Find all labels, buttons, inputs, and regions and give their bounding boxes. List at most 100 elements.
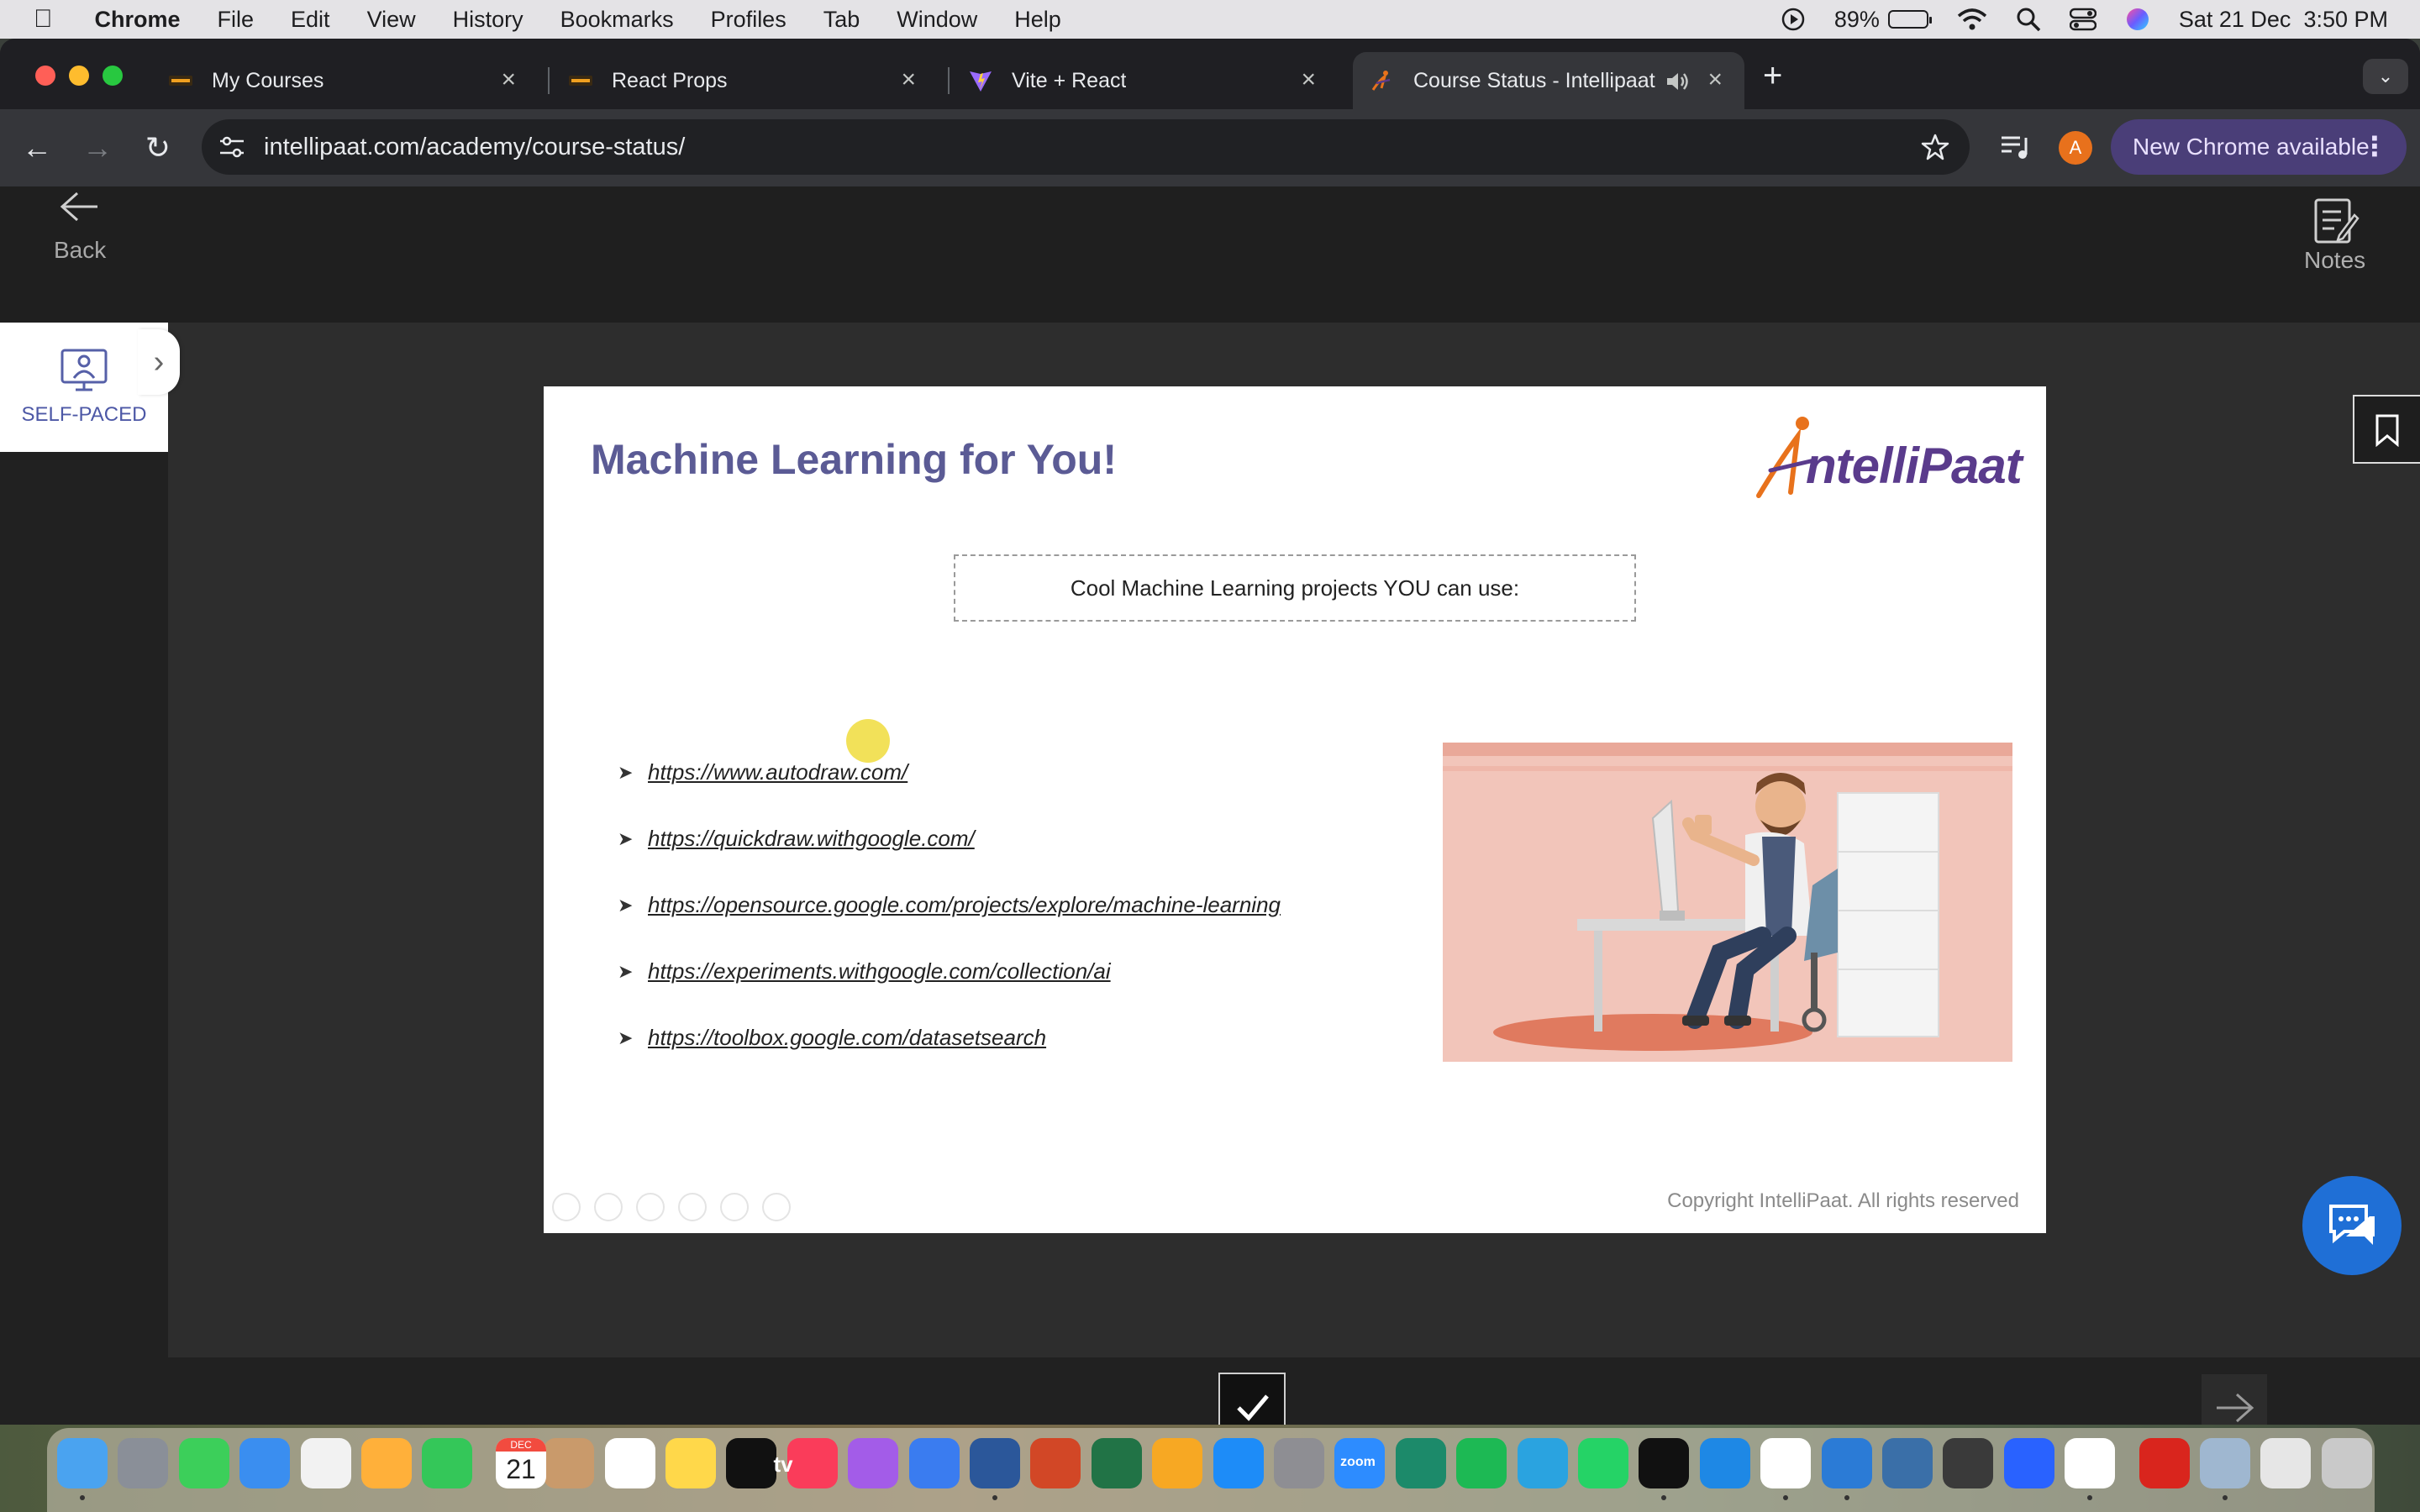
tab-close-icon[interactable]: × [1707,67,1723,92]
next-lesson-button[interactable] [2202,1374,2267,1425]
tab-separator [948,67,950,94]
bookmark-button[interactable] [2353,395,2420,464]
tab-react-props[interactable]: React Props × [551,52,938,109]
wifi-icon[interactable] [1957,8,1987,31]
dock-acrobat-icon[interactable] [2139,1438,2190,1488]
dock-docker-icon[interactable] [1943,1438,1994,1488]
dock-slack-icon[interactable] [2065,1438,2116,1488]
notes-label[interactable]: Notes [2304,247,2365,274]
site-settings-icon[interactable] [218,135,245,159]
menu-help[interactable]: Help [1014,7,1061,33]
dock-keynote-icon[interactable] [908,1438,960,1488]
dock-podcasts-icon[interactable] [848,1438,899,1488]
menu-profiles[interactable]: Profiles [711,7,786,33]
menu-edit[interactable]: Edit [291,7,330,33]
chat-support-button[interactable] [2302,1176,2402,1275]
forward-arrow-icon[interactable]: → [77,128,118,168]
menu-file[interactable]: File [218,7,255,33]
mark-complete-button[interactable] [1218,1373,1286,1425]
dock-maps-icon[interactable] [300,1438,351,1488]
dock-safari-icon[interactable] [1699,1438,1750,1488]
reload-icon[interactable]: ↻ [138,128,178,168]
dock-word-icon[interactable] [970,1438,1020,1488]
dock-telegram-icon[interactable] [1517,1438,1568,1488]
dock-excel-icon[interactable] [1091,1438,1142,1488]
tab-close-icon[interactable]: × [901,67,916,92]
dock-terminal-icon[interactable] [1639,1438,1690,1488]
zoom-window-button[interactable] [103,66,123,86]
tab-close-icon[interactable]: × [1301,67,1316,92]
zoom-icon[interactable] [720,1193,749,1221]
notes-icon[interactable] [2312,197,2360,245]
dock-vs-code-icon[interactable] [1821,1438,1872,1488]
dock-photos-icon[interactable] [361,1438,412,1488]
profile-avatar[interactable]: A [2059,131,2092,165]
new-tab-button[interactable]: + [1763,59,1782,92]
tab-my-courses[interactable]: My Courses × [151,52,538,109]
sidebar-expand-chevron-icon[interactable]: › [138,329,180,395]
dock-spotify-icon[interactable] [1456,1438,1507,1488]
dock-whatsapp-icon[interactable] [1578,1438,1628,1488]
dock-pages-icon[interactable] [1152,1438,1203,1488]
media-controls-icon[interactable] [2000,133,2030,161]
battery-status[interactable]: 89% [1834,7,1932,33]
pen-icon[interactable] [636,1193,665,1221]
back-button[interactable] [59,190,109,228]
dock-documents-icon[interactable] [2260,1438,2312,1488]
dock-app-store-icon[interactable] [1213,1438,1264,1488]
back-label[interactable]: Back [54,237,106,264]
siri-icon[interactable] [2125,7,2150,32]
tab-vite-react[interactable]: Vite + React × [951,52,1338,109]
menu-window[interactable]: Window [897,7,977,33]
dock-system-settings-icon[interactable] [1274,1438,1324,1488]
close-window-button[interactable] [35,66,55,86]
tab-close-icon[interactable]: × [501,67,516,92]
dock-powerpoint-icon[interactable] [1030,1438,1081,1488]
dock-messages-icon[interactable] [178,1438,229,1488]
dock-preview-icon[interactable] [2200,1438,2250,1488]
dock-launchpad-icon[interactable] [118,1438,169,1488]
menu-bookmarks[interactable]: Bookmarks [560,7,674,33]
tab-audio-icon[interactable] [1665,71,1689,92]
dock-finder-icon[interactable] [57,1438,108,1488]
back-arrow-icon[interactable]: ← [17,128,57,168]
link-opensource-ml[interactable]: https://opensource.google.com/projects/e… [648,892,1281,918]
dock-contacts-icon[interactable] [544,1438,595,1488]
menu-history[interactable]: History [453,7,523,33]
dock-hashnode-icon[interactable] [2003,1438,2054,1488]
control-center-icon[interactable] [2069,8,2096,31]
more-icon[interactable] [762,1193,791,1221]
dock-facetime-icon[interactable] [422,1438,473,1488]
spotlight-search-icon[interactable] [2016,7,2041,32]
dock-chrome-icon[interactable] [1760,1438,1812,1488]
apple-icon[interactable]:  [34,5,53,34]
address-bar[interactable]: intellipaat.com/academy/course-status/ [202,119,1970,175]
dock-notes-icon[interactable] [666,1438,716,1488]
new-chrome-available-button[interactable]: New Chrome available ⋮ [2111,119,2407,175]
prev-slide-icon[interactable] [552,1193,581,1221]
dock-surfshark-icon[interactable] [1395,1438,1446,1488]
now-playing-icon[interactable] [1781,7,1806,32]
link-experiments-ai[interactable]: https://experiments.withgoogle.com/colle… [648,958,1111,984]
course-page: Back Notes SELF-PACED › Machine Learning… [0,186,2420,1425]
tab-search-dropdown-icon[interactable]: ⌄ [2363,59,2408,94]
more-menu-icon[interactable]: ⋮ [2361,129,2388,163]
link-autodraw[interactable]: https://www.autodraw.com/ [648,759,908,785]
dock-reminders-icon[interactable] [604,1438,655,1488]
view-icon[interactable] [678,1193,707,1221]
link-dataset-search[interactable]: https://toolbox.google.com/datasetsearch [648,1025,1046,1051]
dock-calendar[interactable]: DEC 21 [496,1438,546,1488]
menu-view[interactable]: View [367,7,416,33]
developer-illustration [1443,743,2012,1062]
menu-datetime[interactable]: Sat 21 Dec 3:50 PM [2179,7,2388,33]
next-slide-icon[interactable] [594,1193,623,1221]
tab-course-status[interactable]: Course Status - Intellipaat × [1353,52,1744,109]
dock-mysql-workbench-icon[interactable] [1882,1438,1933,1488]
link-quickdraw[interactable]: https://quickdraw.withgoogle.com/ [648,826,975,852]
dock-trash-icon[interactable] [2321,1438,2372,1488]
minimize-window-button[interactable] [69,66,89,86]
bookmark-star-icon[interactable] [1921,133,1949,161]
menu-tab[interactable]: Tab [823,7,860,33]
dock-mail-icon[interactable] [239,1438,291,1488]
menu-app-name[interactable]: Chrome [95,7,181,33]
